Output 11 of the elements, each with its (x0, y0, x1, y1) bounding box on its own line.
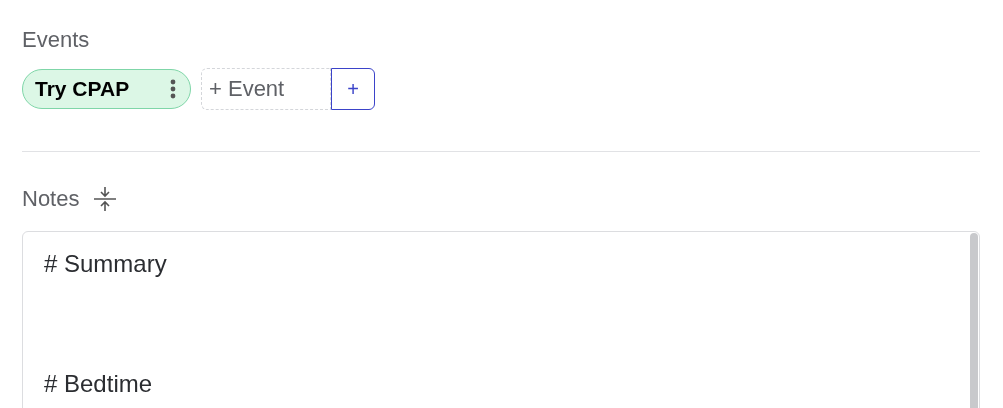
more-icon (170, 79, 176, 99)
section-label: Events (22, 26, 91, 54)
scrollbar[interactable] (970, 233, 978, 408)
add-button[interactable]: + (331, 68, 375, 110)
event-input[interactable]: + Event (201, 68, 331, 110)
event-chip[interactable]: Try CPAP (22, 69, 191, 109)
notes-heading: # Summary (44, 249, 167, 279)
collapse-icon[interactable] (93, 186, 118, 212)
notes-heading: # Bedtime (44, 369, 153, 399)
notes-editor[interactable]: # Summary # Bedtime (22, 231, 980, 408)
section-label: Notes (22, 185, 80, 213)
